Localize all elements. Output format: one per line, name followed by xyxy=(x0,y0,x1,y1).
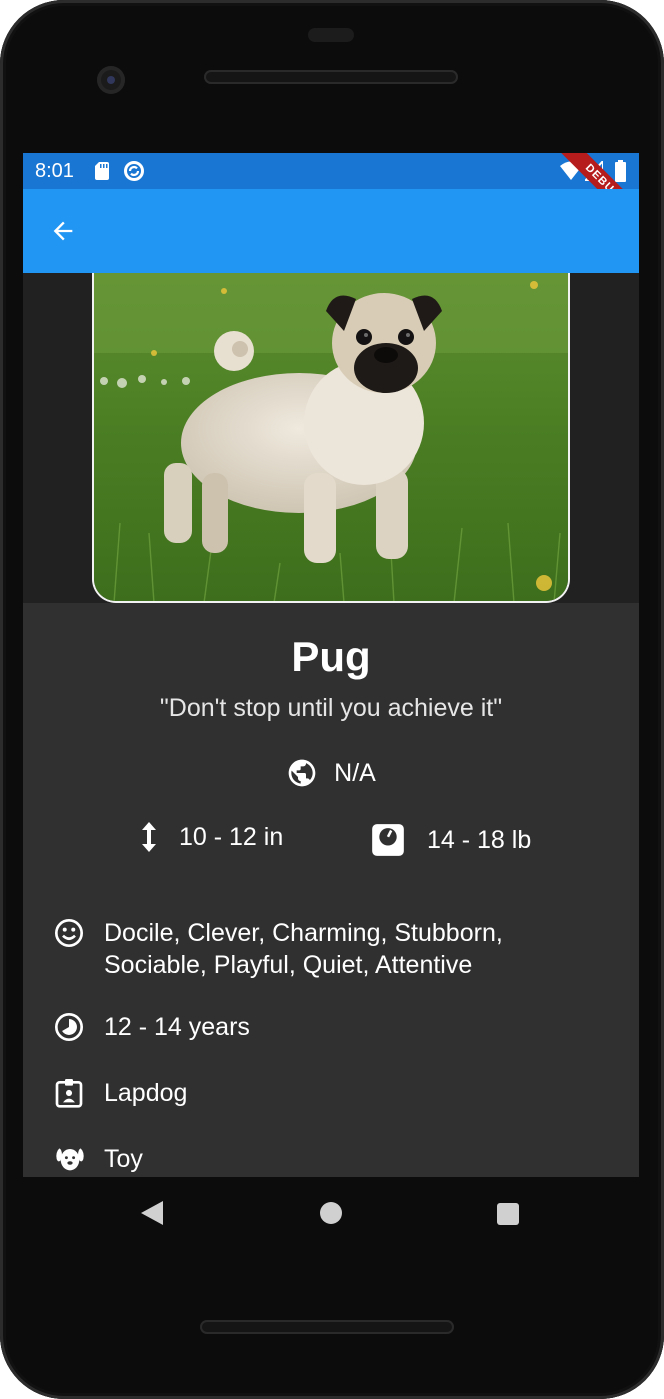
height-icon xyxy=(142,822,156,852)
lifespan-row: 12 - 14 years xyxy=(53,1011,250,1043)
breed-image-area xyxy=(23,273,639,603)
phone-frame: 8:01 DEBUG Pug "Don't stop until you ach… xyxy=(0,0,664,1399)
group-value: Toy xyxy=(104,1145,143,1173)
nav-recent-icon[interactable] xyxy=(497,1203,519,1225)
bottom-speaker xyxy=(200,1320,454,1334)
earpiece xyxy=(308,28,354,42)
battery-icon xyxy=(615,160,626,182)
status-time: 8:01 xyxy=(35,160,74,182)
weight-stat: 14 - 18 lb xyxy=(369,821,531,859)
nav-home-icon[interactable] xyxy=(320,1202,342,1224)
nav-back-icon[interactable] xyxy=(141,1201,163,1225)
height-stat: 10 - 12 in xyxy=(139,821,283,853)
timelapse-icon xyxy=(55,1013,83,1041)
scale-icon xyxy=(372,824,404,856)
back-button[interactable] xyxy=(45,213,81,249)
bred-for-row: Lapdog xyxy=(53,1077,187,1109)
height-value: 10 - 12 in xyxy=(179,822,284,851)
sd-card-icon xyxy=(95,162,109,180)
lifespan-value: 12 - 14 years xyxy=(104,1013,250,1041)
temperament-value: Docile, Clever, Charming, Stubborn, Soci… xyxy=(104,919,503,979)
pug-photo xyxy=(94,273,568,601)
bred-for-value: Lapdog xyxy=(104,1079,188,1107)
sync-icon xyxy=(124,161,144,181)
breed-photo xyxy=(92,273,570,603)
origin-value: N/A xyxy=(334,758,376,787)
front-camera xyxy=(97,66,125,94)
app-bar xyxy=(23,189,639,273)
smiley-icon xyxy=(55,919,83,947)
breed-name: Pug xyxy=(291,633,371,680)
top-speaker xyxy=(204,70,458,84)
dog-face-icon xyxy=(56,1148,84,1171)
breed-motto: "Don't stop until you achieve it" xyxy=(159,694,503,722)
origin-row: N/A xyxy=(23,757,639,789)
status-bar: 8:01 DEBUG xyxy=(23,153,639,231)
screen: 8:01 DEBUG Pug "Don't stop until you ach… xyxy=(23,153,639,1177)
temperament-row: Docile, Clever, Charming, Stubborn, Soci… xyxy=(53,917,544,981)
system-nav-bar xyxy=(23,1177,639,1249)
weight-value: 14 - 18 lb xyxy=(427,825,532,854)
group-row: Toy xyxy=(53,1143,143,1175)
size-stats: 10 - 12 in 14 - 18 lb xyxy=(23,821,639,857)
globe-icon xyxy=(288,759,316,787)
arrow-back-icon xyxy=(53,221,73,241)
badge-icon xyxy=(55,1079,83,1108)
